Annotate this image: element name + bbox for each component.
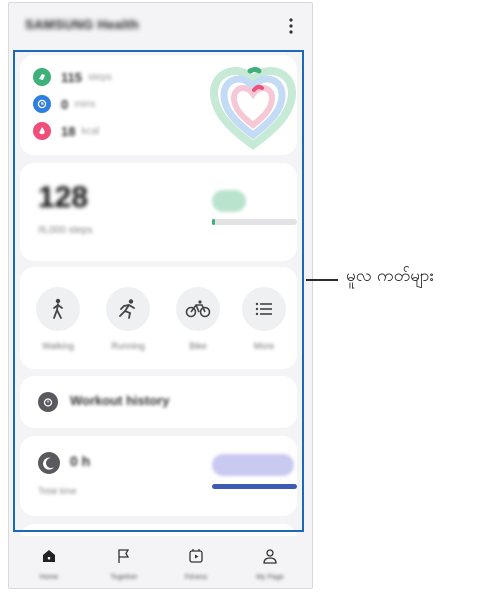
activity-label: Walking [42, 341, 74, 351]
stopwatch-icon [38, 392, 58, 412]
steps-goal: /6,000 steps [38, 225, 93, 236]
list-icon [255, 302, 272, 316]
play-icon [189, 549, 203, 563]
nav-home[interactable]: Home [14, 548, 84, 581]
metric-calories: 18 kcal [33, 120, 99, 142]
daily-summary-card[interactable]: 115 steps 0 mins 18 kcal [20, 55, 297, 155]
callout-label: မူလ ကတ်များ [346, 266, 434, 286]
bottom-navigation: Home Together Fitness My Page [9, 536, 312, 588]
steps-count: 128 [38, 181, 89, 214]
steps-badge [212, 190, 246, 212]
nav-label: Together [110, 574, 138, 581]
nav-together[interactable]: Together [89, 548, 159, 581]
flame-icon [33, 122, 51, 140]
cycling-icon [185, 300, 211, 318]
steps-progress-bar [212, 219, 297, 225]
steps-card[interactable]: 128 /6,000 steps [20, 163, 297, 261]
metric-unit: steps [87, 71, 112, 83]
sleep-bar [212, 484, 297, 489]
nav-fitness[interactable]: Fitness [161, 548, 231, 581]
person-icon [263, 549, 277, 564]
sleep-card[interactable]: 0 h Total time [20, 436, 297, 516]
running-icon [119, 299, 135, 319]
sleep-subtitle: Total time [38, 486, 77, 496]
workout-history-card[interactable]: Workout history [20, 376, 297, 428]
activity-more-button[interactable]: More [234, 287, 294, 367]
nav-my-page[interactable]: My Page [235, 548, 305, 581]
app-bar: SAMSUNG Health [9, 3, 312, 49]
clock-icon [33, 95, 51, 113]
nav-label: My Page [256, 574, 284, 581]
sleep-value: 0 h [70, 453, 91, 469]
sleep-enter-data-button[interactable] [212, 454, 294, 476]
nav-label: Home [39, 574, 59, 581]
flag-icon [118, 549, 130, 563]
activity-label: Running [111, 341, 145, 351]
exercise-shortcuts-card: Walking Running Bike More [20, 267, 297, 369]
phone-screen: SAMSUNG Health 115 steps 0 mins 18 kcal … [8, 2, 313, 589]
workout-history-title: Workout history [70, 393, 170, 408]
more-vertical-icon [289, 18, 293, 34]
activity-cycling-button[interactable]: Bike [168, 287, 228, 367]
metric-value: 0 [61, 96, 69, 112]
app-title: SAMSUNG Health [25, 17, 139, 32]
metric-unit: mins [74, 98, 96, 110]
metric-value: 115 [61, 69, 82, 85]
moon-icon [38, 452, 60, 474]
metric-unit: kcal [81, 125, 100, 137]
nav-label: Fitness [184, 574, 208, 581]
metric-value: 18 [61, 123, 76, 139]
callout-line [306, 279, 338, 281]
activity-label: Bike [189, 341, 207, 351]
activity-running-button[interactable]: Running [98, 287, 158, 367]
steps-progress-fill [212, 219, 216, 225]
activity-label: More [253, 341, 275, 351]
activity-heart-chart [210, 66, 296, 150]
walking-icon [53, 298, 63, 319]
metric-steps: 115 steps [33, 66, 112, 88]
shoe-icon [33, 68, 51, 86]
more-options-button[interactable] [280, 13, 302, 39]
home-icon [43, 550, 55, 562]
metric-active-time: 0 mins [33, 93, 95, 115]
activity-walking-button[interactable]: Walking [28, 287, 88, 367]
